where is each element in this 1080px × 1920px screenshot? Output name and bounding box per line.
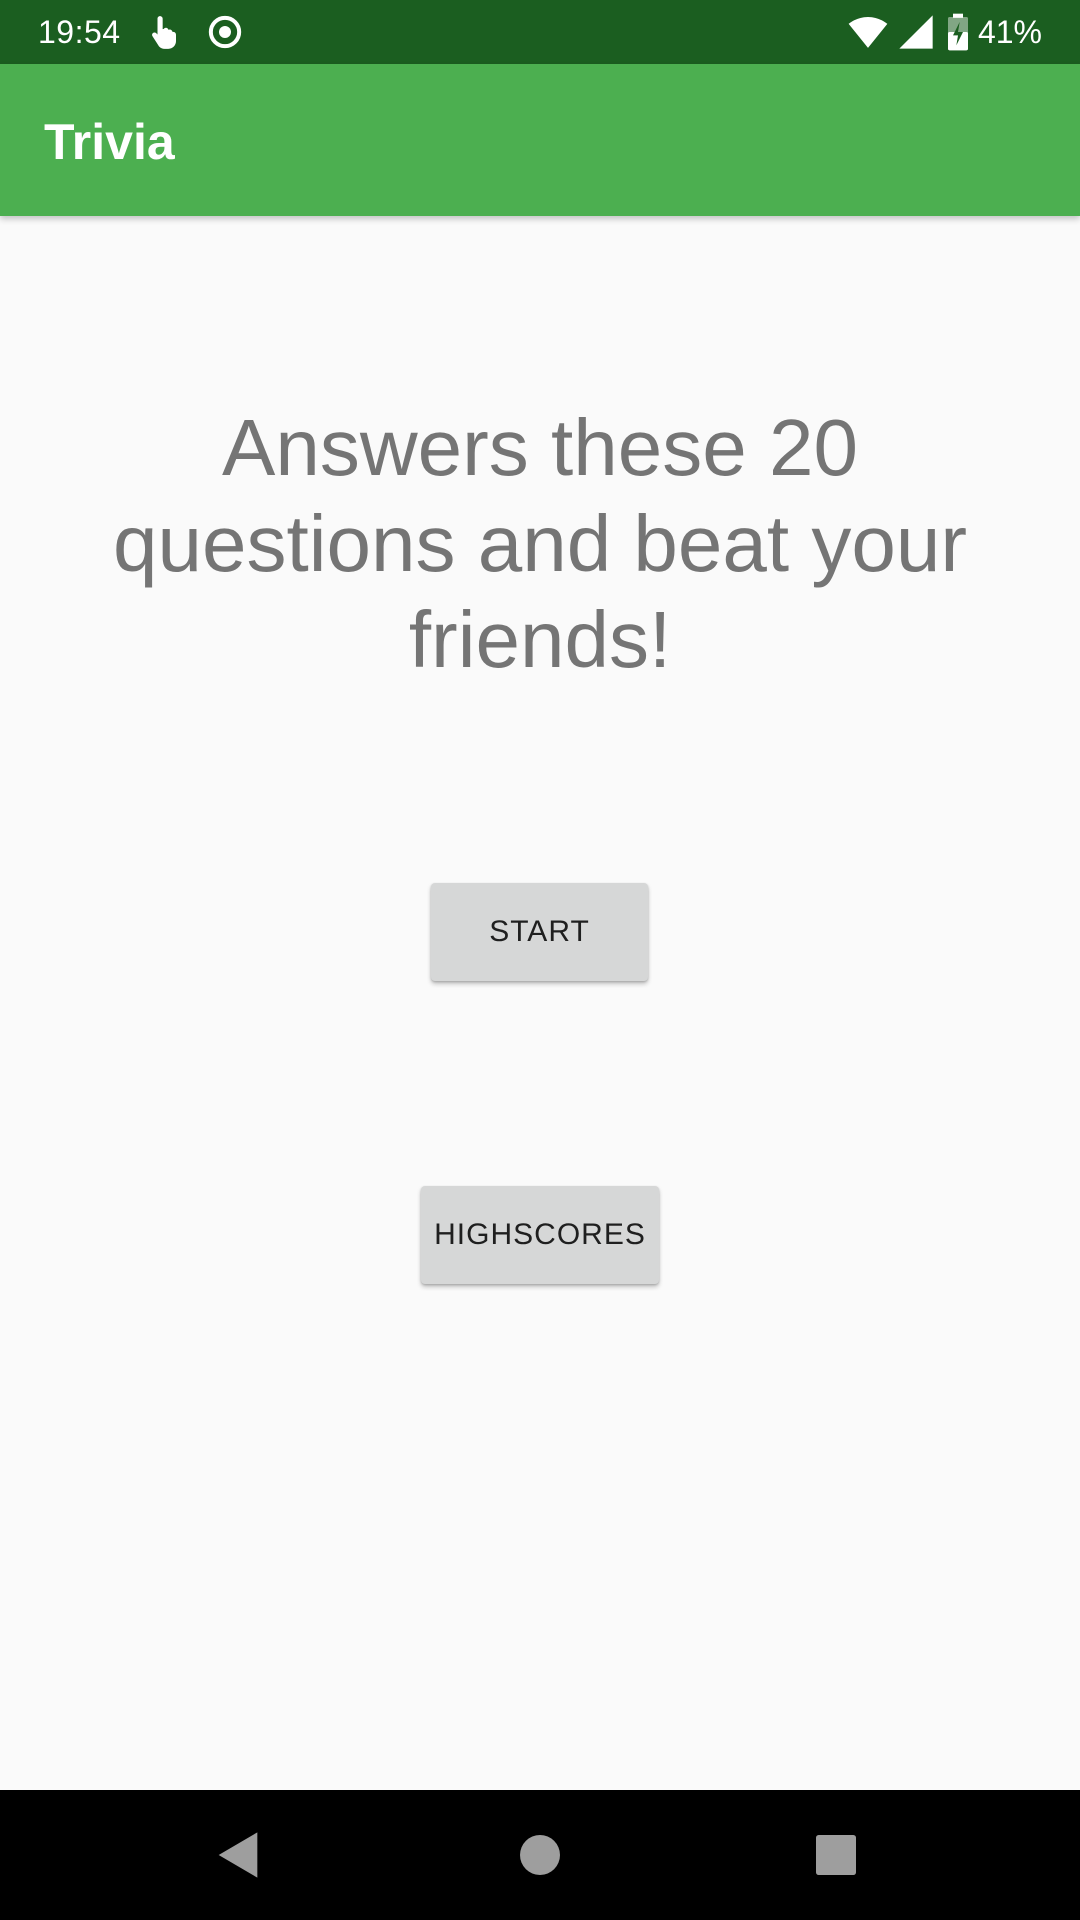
headline-text: Answers these 20 questions and beat your… bbox=[113, 403, 967, 684]
home-icon[interactable] bbox=[508, 1823, 572, 1887]
highscores-button[interactable]: HIGHSCORES bbox=[421, 1186, 659, 1284]
battery-charging-icon bbox=[940, 12, 976, 52]
battery-percent: 41% bbox=[977, 14, 1042, 50]
screen: 19:54 41% Trivia Answers these 20 questi… bbox=[0, 0, 1080, 1920]
app-title: Trivia bbox=[44, 114, 175, 170]
status-time: 19:54 bbox=[38, 14, 121, 50]
app-bar: Trivia bbox=[0, 64, 1080, 216]
navigation-bar bbox=[0, 1790, 1080, 1920]
recents-icon[interactable] bbox=[804, 1823, 868, 1887]
back-icon[interactable] bbox=[208, 1823, 272, 1887]
status-bar: 19:54 41% bbox=[0, 0, 1080, 64]
wifi-icon bbox=[846, 12, 890, 52]
touch-gesture-icon bbox=[145, 12, 185, 52]
start-button[interactable]: START bbox=[431, 883, 648, 981]
record-icon bbox=[205, 12, 245, 52]
cellular-signal-icon bbox=[896, 12, 936, 52]
